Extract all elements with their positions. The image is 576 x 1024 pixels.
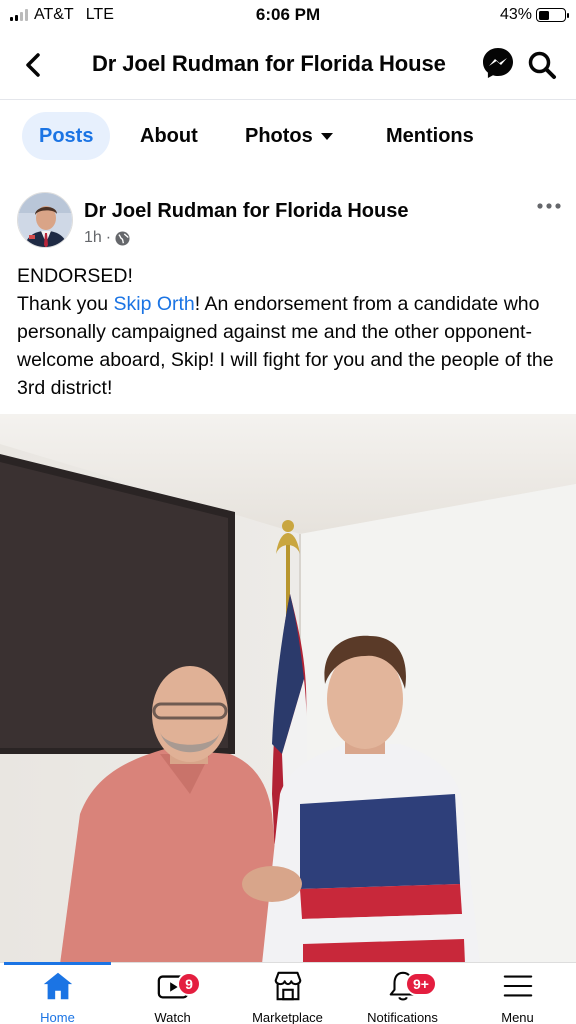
nav-label: Home (40, 1010, 75, 1024)
tab-label: Posts (39, 124, 94, 147)
globe-icon (115, 230, 130, 246)
post-photo[interactable] (0, 414, 576, 964)
post-text: ENDORSED! Thank you Skip Orth! An endors… (17, 262, 565, 402)
photo-two-men-handshake (0, 414, 576, 964)
post-text-body: Thank you Skip Orth! An endorsement from… (17, 290, 565, 402)
post-text-prefix: Thank you (17, 293, 114, 315)
nav-menu[interactable]: Menu (460, 969, 575, 1024)
nav-label: Marketplace (252, 1010, 323, 1024)
post-text-headline: ENDORSED! (17, 265, 133, 287)
nav-watch[interactable]: Watch 9 (115, 969, 230, 1024)
active-tab-indicator (4, 962, 111, 965)
home-icon (43, 972, 72, 1000)
watch-badge: 9 (177, 972, 201, 996)
marketplace-icon (274, 971, 301, 1001)
search-icon[interactable] (527, 50, 557, 80)
post-time[interactable]: 1h (84, 229, 102, 247)
post-meta: 1h · (84, 229, 130, 247)
clock: 6:06 PM (255, 5, 321, 24)
nav-notifications[interactable]: Notifications 9+ (345, 969, 460, 1024)
bottom-nav: Home Watch 9 Marketplace Notifications 9… (0, 962, 576, 1024)
avatar[interactable] (17, 192, 73, 248)
tab-posts[interactable]: Posts (22, 112, 111, 160)
battery-icon (536, 8, 569, 22)
page-title: Dr Joel Rudman for Florida House (92, 51, 446, 76)
nav-label: Watch (154, 1010, 191, 1024)
mention-link[interactable]: Skip Orth (113, 293, 194, 315)
post-author[interactable]: Dr Joel Rudman for Florida House (84, 200, 408, 223)
battery-percent: 43% (499, 6, 532, 23)
menu-icon (503, 975, 532, 997)
battery-info: 43% (499, 6, 569, 24)
tab-photos[interactable]: Photos (245, 112, 333, 160)
nav-label: Menu (501, 1010, 534, 1024)
status-bar: AT&T LTE 6:06 PM 43% (0, 0, 576, 30)
nav-home[interactable]: Home (0, 969, 115, 1024)
profile-photo (18, 193, 72, 247)
tab-label: Photos (245, 124, 313, 147)
page-header: Dr Joel Rudman for Florida House (0, 30, 576, 100)
messenger-icon[interactable] (481, 46, 515, 80)
notifications-badge: 9+ (405, 972, 437, 996)
tab-about[interactable]: About (140, 112, 198, 160)
back-icon[interactable] (22, 52, 44, 78)
nav-marketplace[interactable]: Marketplace (230, 969, 345, 1024)
caret-down-icon (320, 132, 333, 140)
tab-mentions[interactable]: Mentions (386, 112, 474, 160)
nav-label: Notifications (367, 1010, 438, 1024)
tab-label: About (140, 124, 198, 147)
meta-separator: · (105, 229, 112, 246)
page-tabs: Posts About Photos Mentions (0, 110, 576, 162)
more-options-icon[interactable] (536, 200, 562, 212)
tab-label: Mentions (386, 124, 474, 147)
